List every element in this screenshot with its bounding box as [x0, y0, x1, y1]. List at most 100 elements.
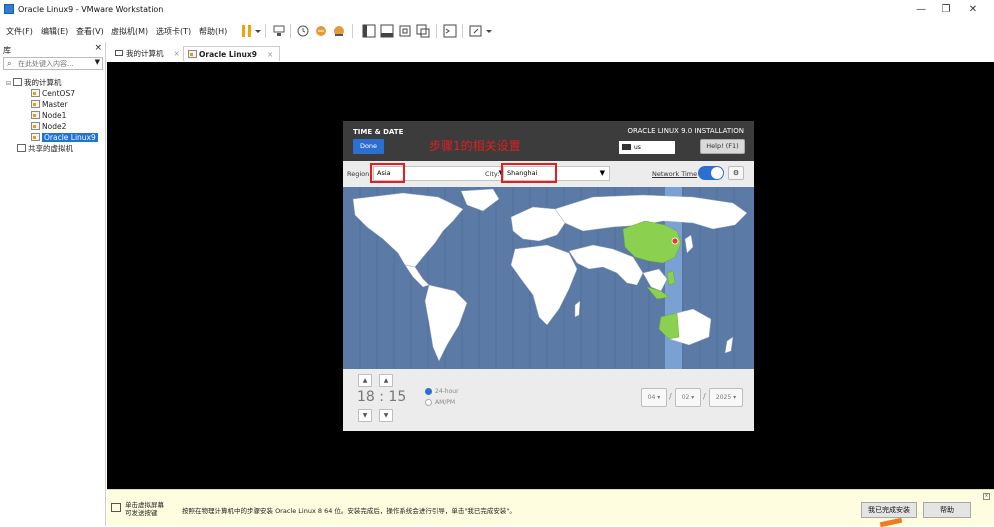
- close-hint-icon[interactable]: ×: [983, 493, 990, 500]
- tree-label: Master: [42, 100, 68, 109]
- hint-help-button[interactable]: 帮助: [923, 502, 971, 518]
- computer-icon: [13, 78, 23, 86]
- menu-toolbar: 文件(F) 编辑(E) 查看(V) 虚拟机(M) 选项卡(T) 帮助(H): [0, 20, 994, 42]
- close-library-icon[interactable]: ×: [94, 43, 102, 53]
- tree-shared-vms[interactable]: 共享的虚拟机: [17, 143, 73, 154]
- year-value: 2025: [715, 394, 732, 401]
- tree-label: Node2: [42, 122, 67, 131]
- time-date-controls: ▲ ▲ 18 : 15 ▼ ▼ 24-hour AM/PM 04 ▾ / 02 …: [343, 369, 754, 431]
- hint-line-1: 单击虚拟屏幕: [125, 501, 164, 509]
- year-select[interactable]: 2025 ▾: [709, 388, 743, 407]
- keyboard-layout-value: us: [634, 144, 641, 151]
- tree-label: 我的计算机: [24, 78, 62, 87]
- menu-file[interactable]: 文件(F): [6, 26, 33, 37]
- format-ampm-label: AM/PM: [435, 399, 456, 406]
- install-hint-bar: 单击虚拟屏幕 可发送按键 按照在物理计算机中的步骤安装 Oracle Linux…: [107, 489, 994, 526]
- city-label: City:: [485, 170, 500, 178]
- timezone-selector-bar: Region: Asia ▼ City: Shanghai ▼ Network …: [343, 161, 754, 187]
- selected-city-pin[interactable]: [671, 237, 679, 245]
- help-button[interactable]: Help! (F1): [700, 139, 745, 154]
- month-value: 04: [647, 394, 656, 401]
- send-ctrl-alt-del-icon[interactable]: [272, 24, 286, 38]
- installer-header: TIME & DATE Done 步骤1的相关设置 ORACLE LINUX 9…: [343, 121, 754, 161]
- click-screen-icon: [111, 503, 121, 512]
- search-icon: ⌕: [7, 59, 12, 68]
- toolbar-separator: [265, 24, 266, 38]
- thumbnail-bar-icon[interactable]: [380, 24, 394, 38]
- close-tab-icon[interactable]: ×: [267, 50, 273, 59]
- snapshot-icon[interactable]: [296, 24, 310, 38]
- menu-help[interactable]: 帮助(H): [199, 26, 227, 37]
- keyboard-layout-indicator[interactable]: us: [619, 141, 675, 154]
- shared-vms-icon: [17, 144, 26, 152]
- tree-label: 共享的虚拟机: [28, 144, 73, 153]
- toolbar-separator: [352, 24, 353, 38]
- tab-label: 我的计算机: [126, 49, 164, 58]
- installer-window[interactable]: TIME & DATE Done 步骤1的相关设置 ORACLE LINUX 9…: [343, 121, 754, 431]
- menu-view[interactable]: 查看(V): [76, 26, 104, 37]
- close-tab-icon[interactable]: ×: [174, 49, 180, 58]
- install-complete-button[interactable]: 我已完成安装: [861, 502, 917, 518]
- spoke-title: TIME & DATE: [353, 128, 404, 136]
- snapshot-manager-icon[interactable]: [332, 24, 346, 38]
- annotation-label: 步骤1的相关设置: [429, 139, 521, 153]
- tree-vm-master[interactable]: Master: [31, 99, 68, 110]
- stretch-guest-icon[interactable]: [469, 24, 495, 38]
- library-title: 库: [3, 46, 11, 55]
- close-window-button[interactable]: ✕: [962, 3, 984, 17]
- day-value: 02: [681, 394, 690, 401]
- fullscreen-icon[interactable]: [398, 24, 412, 38]
- tree-vm-node1[interactable]: Node1: [31, 110, 66, 121]
- hour-up-button[interactable]: ▲: [358, 374, 372, 387]
- hint-line-2: 可发送按键: [125, 509, 158, 517]
- pause-icon[interactable]: [240, 24, 262, 38]
- tab-oracle-linux9[interactable]: Oracle Linux9 ×: [183, 46, 281, 61]
- day-select[interactable]: 02 ▾: [675, 388, 701, 407]
- chevron-down-icon[interactable]: ▼: [95, 58, 100, 66]
- tree-label: Oracle Linux9: [42, 133, 98, 142]
- library-panel: 库 × ⌕ ▼ ⊟ 我的计算机 CentOS7 Master Node1 Node…: [0, 42, 106, 526]
- format-ampm-radio[interactable]: [425, 399, 432, 406]
- library-search[interactable]: ⌕ ▼: [3, 57, 103, 70]
- home-icon: [115, 50, 123, 56]
- network-time-toggle[interactable]: [698, 166, 724, 180]
- tab-label: Oracle Linux9: [199, 50, 257, 59]
- tree-vm-node2[interactable]: Node2: [31, 121, 66, 132]
- menu-vm[interactable]: 虚拟机(M): [111, 26, 148, 37]
- library-header: 库 ×: [0, 42, 106, 56]
- tree-vm-centos7[interactable]: CentOS7: [31, 88, 75, 99]
- revert-snapshot-icon[interactable]: [314, 24, 328, 38]
- vmware-app-icon: [4, 4, 14, 14]
- tree-label: Node1: [42, 111, 67, 120]
- hour-down-button[interactable]: ▼: [358, 409, 372, 422]
- timezone-map[interactable]: [343, 187, 754, 369]
- minute-up-button[interactable]: ▲: [379, 374, 393, 387]
- tree-vm-oracle-linux9[interactable]: Oracle Linux9: [31, 132, 98, 143]
- collapse-icon[interactable]: ⊟: [6, 80, 11, 87]
- tree-my-computer[interactable]: ⊟ 我的计算机: [6, 77, 62, 88]
- month-select[interactable]: 04 ▾: [641, 388, 667, 407]
- toolbar-separator: [436, 24, 437, 38]
- vm-icon: [31, 122, 40, 130]
- library-search-input[interactable]: [18, 59, 88, 69]
- menu-edit[interactable]: 编辑(E): [41, 26, 68, 37]
- hint-message: 按照在物理计算机中的步骤安装 Oracle Linux 8 64 位。安装完成后…: [182, 507, 516, 515]
- hint-click-screen: 单击虚拟屏幕 可发送按键: [125, 501, 164, 517]
- menu-tabs[interactable]: 选项卡(T): [156, 26, 191, 37]
- done-button[interactable]: Done: [353, 139, 384, 154]
- minute-down-button[interactable]: ▼: [379, 409, 393, 422]
- gear-icon[interactable]: ⚙: [728, 166, 744, 180]
- maximize-button[interactable]: ❐: [935, 3, 957, 17]
- tab-my-computer[interactable]: 我的计算机 ×: [111, 46, 186, 61]
- minimize-button[interactable]: —: [910, 3, 932, 17]
- format-24h-radio[interactable]: [425, 388, 432, 395]
- keyboard-icon: [622, 144, 631, 150]
- region-highlight-box: [370, 163, 405, 183]
- region-label: Region:: [347, 170, 372, 178]
- product-title: ORACLE LINUX 9.0 INSTALLATION: [627, 127, 744, 135]
- tab-bar: 我的计算机 × Oracle Linux9 ×: [107, 44, 994, 62]
- console-view-icon[interactable]: [443, 24, 457, 38]
- unity-icon[interactable]: [416, 24, 430, 38]
- network-time-label: Network Time: [652, 170, 698, 178]
- show-library-icon[interactable]: [362, 24, 376, 38]
